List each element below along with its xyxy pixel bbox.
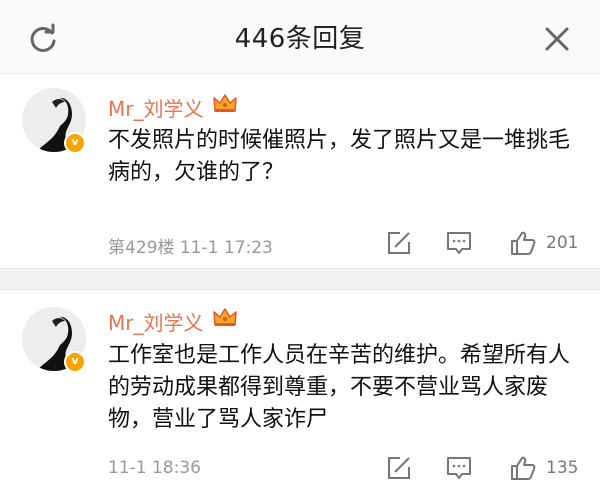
like-count: 201 [546, 233, 579, 253]
username[interactable]: Mr_刘学义 [108, 93, 203, 122]
top-bar: 446条回复 [0, 0, 600, 74]
crown-icon [212, 92, 238, 118]
divider [0, 268, 600, 290]
crown-icon [212, 306, 238, 332]
repost-icon[interactable] [386, 455, 412, 481]
comment-meta: 第429楼 11-1 17:23 [108, 238, 273, 258]
verified-icon: v [64, 132, 86, 154]
comment-text: 工作室也是工作人员在辛苦的维护。希望所有人的劳动成果都得到尊重，不要不营业骂人家… [108, 343, 571, 432]
repost-icon[interactable] [386, 230, 412, 256]
comment-icon[interactable] [446, 230, 472, 256]
comment-item: v Mr_刘学义 工作室也是工作人员在辛苦的维护。希望所有人的劳动成果都得到尊重… [0, 290, 600, 495]
like-icon[interactable] [510, 455, 536, 481]
comment-icon[interactable] [446, 455, 472, 481]
like-icon[interactable] [510, 230, 536, 256]
comment-item: v Mr_刘学义 不发照片的时候催照片，发了照片又是一堆挑毛病的，欠谁的了？ 第… [0, 75, 600, 268]
comment-meta: 11-1 18:36 [108, 458, 201, 478]
comment-text: 不发照片的时候催照片，发了照片又是一堆挑毛病的，欠谁的了？ [108, 128, 571, 185]
like-count: 135 [546, 458, 579, 478]
verified-icon: v [64, 351, 86, 373]
page-title: 446条回复 [234, 24, 366, 54]
username[interactable]: Mr_刘学义 [108, 307, 203, 336]
close-icon[interactable] [540, 22, 574, 56]
